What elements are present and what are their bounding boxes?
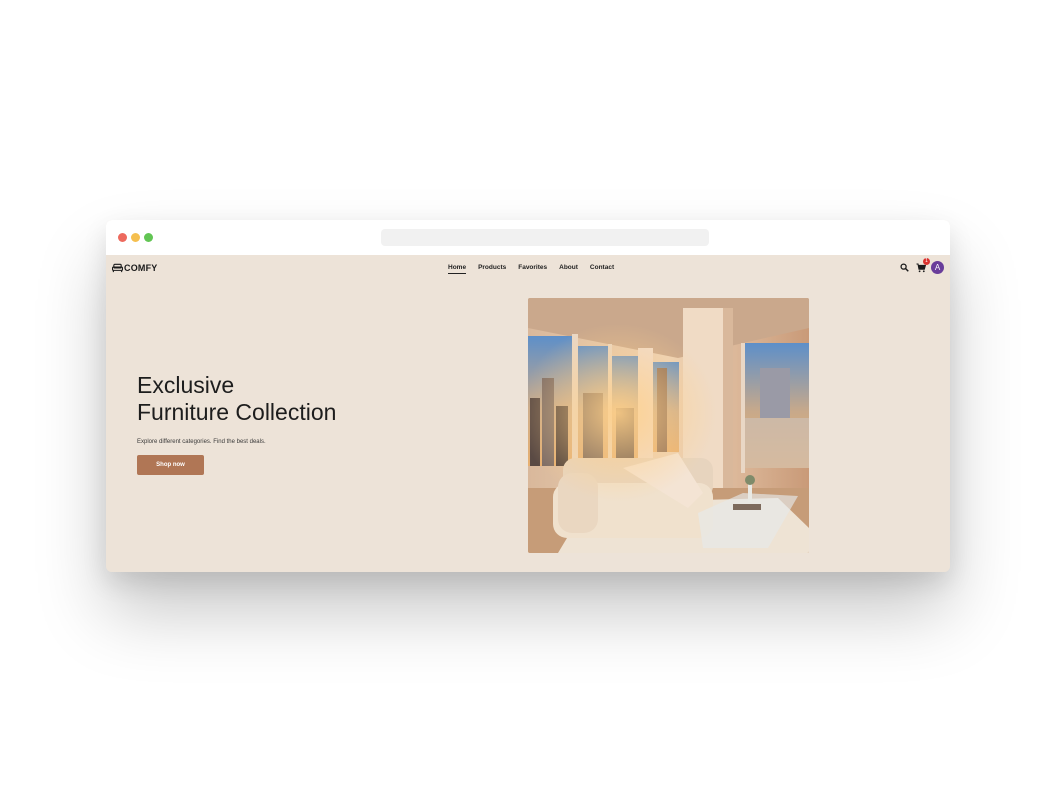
search-icon (900, 263, 909, 272)
nav-actions: 1 A (899, 258, 944, 274)
nav-link-products[interactable]: Products (478, 264, 506, 274)
hero-title-line-2: Furniture Collection (137, 399, 337, 425)
page-content: COMFY Home Products Favorites About Cont… (106, 255, 950, 572)
minimize-window-dot[interactable] (131, 233, 140, 242)
top-navbar: COMFY Home Products Favorites About Cont… (106, 255, 950, 283)
search-button[interactable] (899, 262, 910, 273)
hero-title: Exclusive Furniture Collection (137, 372, 336, 426)
shop-now-button[interactable]: Shop now (137, 455, 204, 475)
hero-image-living-room (528, 298, 809, 553)
nav-link-favorites[interactable]: Favorites (518, 264, 547, 274)
nav-links: Home Products Favorites About Contact (448, 264, 614, 274)
browser-chrome (106, 220, 950, 255)
nav-link-home[interactable]: Home (448, 264, 467, 274)
nav-link-about[interactable]: About (559, 264, 578, 274)
close-window-dot[interactable] (118, 233, 127, 242)
hero-title-line-1: Exclusive (137, 372, 235, 398)
cart-count-badge: 1 (923, 258, 930, 265)
cart-button[interactable]: 1 (915, 258, 930, 273)
maximize-window-dot[interactable] (144, 233, 153, 242)
browser-window: COMFY Home Products Favorites About Cont… (106, 220, 950, 572)
user-avatar[interactable]: A (931, 261, 944, 274)
living-room-photo (528, 298, 809, 553)
nav-link-contact[interactable]: Contact (590, 264, 614, 274)
address-bar[interactable] (381, 229, 709, 246)
hero-subtitle: Explore different categories. Find the b… (137, 439, 266, 445)
brand-logo[interactable]: COMFY (112, 263, 158, 273)
brand-name: COMFY (124, 263, 158, 273)
sofa-icon (112, 263, 123, 273)
